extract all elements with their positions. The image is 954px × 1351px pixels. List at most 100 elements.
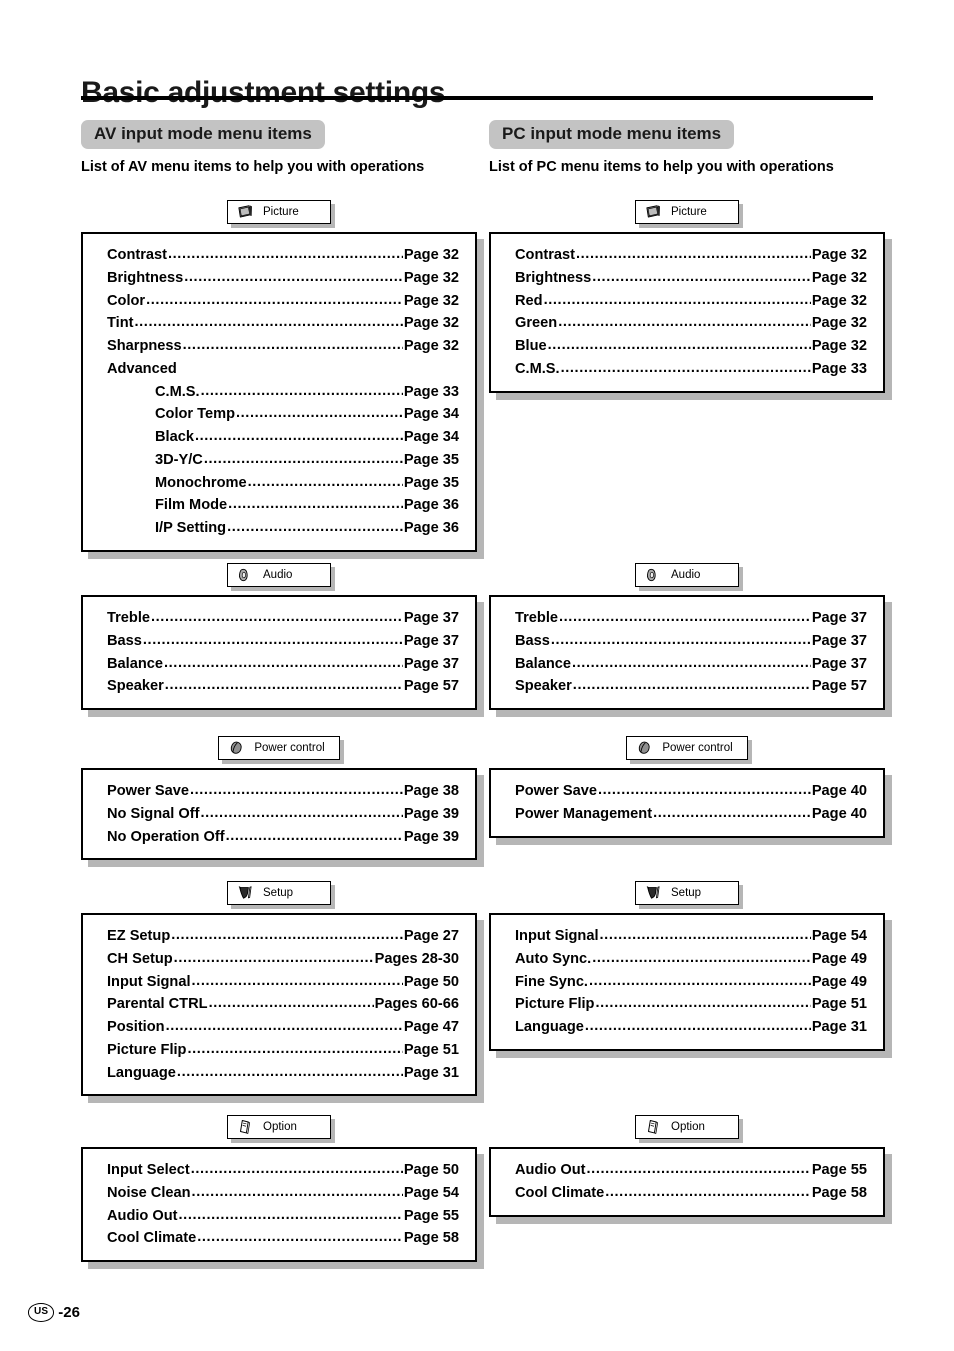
menu-entry-name: Black — [155, 429, 194, 446]
column-av-input: AV input mode menu items List of AV menu … — [81, 120, 477, 1263]
tab-wrapper: Setup — [489, 881, 885, 905]
menu-entry: Power Save..............................… — [515, 780, 867, 803]
menu-entry-page-ref: Page 54 — [811, 928, 867, 944]
menu-tab-label: Power control — [254, 742, 325, 754]
setup-icon — [238, 886, 252, 899]
column-pc-input: PC input mode menu items List of PC menu … — [489, 120, 885, 1217]
menu-entry: Language................................… — [107, 1062, 459, 1085]
menu-entry: No Operation Off........................… — [107, 826, 459, 849]
menu-entry-page-ref: Pages 60-66 — [374, 996, 459, 1013]
menu-entry-page-ref: Page 37 — [811, 632, 867, 649]
menu-section-audio: Audio Treble.............................… — [81, 563, 477, 711]
menu-tab-setup[interactable]: Setup — [227, 881, 331, 905]
picture-icon — [238, 205, 252, 218]
dot-leader: ........................................… — [605, 1183, 811, 1200]
menu-entry-page-ref: Page 40 — [811, 805, 867, 822]
column-subheading-pc: List of PC menu items to help you with o… — [489, 158, 834, 175]
menu-tab-option[interactable]: Option — [227, 1115, 331, 1139]
menu-entry-page-ref: Page 37 — [811, 655, 867, 672]
menu-entry-name: C.M.S. — [515, 360, 560, 377]
menu-entry-page-ref: Pages 28-30 — [374, 950, 459, 967]
menu-entry-page-ref: Page 32 — [403, 315, 459, 332]
menu-entry-page-ref: Page 36 — [403, 520, 459, 537]
picture-icon — [646, 205, 660, 218]
dot-leader: ........................................… — [146, 291, 403, 308]
menu-entry-page-ref: Page 40 — [811, 783, 867, 799]
menu-entry: Red.....................................… — [515, 290, 867, 313]
column-heading-av: AV input mode menu items — [81, 120, 325, 149]
dot-leader: ........................................… — [163, 654, 403, 671]
menu-entry: Film Mode...............................… — [107, 494, 459, 517]
menu-entry: Input Signal............................… — [515, 925, 867, 948]
menu-entry-name: Picture Flip — [107, 1041, 187, 1058]
menu-entry-name: EZ Setup — [107, 928, 171, 944]
menu-entry-name: Auto Sync. — [515, 950, 592, 967]
menu-entry: Cool Climate............................… — [107, 1227, 459, 1250]
menu-entry-name: Fine Sync. — [515, 973, 588, 990]
menu-entry-name: Audio Out — [515, 1162, 586, 1178]
menu-tab-label: Audio — [671, 569, 701, 581]
menu-section-audio: Audio Treble.............................… — [489, 563, 885, 711]
menu-entry-page-ref: Page 32 — [403, 338, 459, 355]
menu-entry: Power Save..............................… — [107, 780, 459, 803]
menu-entry: Language................................… — [515, 1016, 867, 1039]
menu-entry: Speaker.................................… — [515, 675, 867, 698]
menu-item-box: Power Save..............................… — [81, 768, 477, 861]
dot-leader: ........................................… — [584, 1018, 811, 1035]
menu-entry: Picture Flip............................… — [515, 993, 867, 1016]
menu-tab-picture[interactable]: Picture — [227, 200, 331, 224]
dot-leader: ........................................… — [142, 631, 403, 648]
menu-entry-page-ref: Page 33 — [403, 383, 459, 400]
menu-tab-audio[interactable]: Audio — [227, 563, 331, 587]
menu-entry-name: No Operation Off — [107, 828, 225, 845]
menu-entry-name: Contrast — [107, 247, 167, 263]
menu-entry-name: C.M.S. — [155, 383, 200, 400]
menu-entry-name: 3D-Y/C — [155, 451, 203, 468]
menu-tab-picture[interactable]: Picture — [635, 200, 739, 224]
menu-entry-name: Position — [107, 1019, 165, 1036]
dot-leader: ........................................… — [560, 359, 811, 376]
menu-entry-name: Blue — [515, 338, 547, 355]
menu-tab-label: Option — [263, 1121, 297, 1133]
menu-tab-option[interactable]: Option — [635, 1115, 739, 1139]
tab-wrapper: Power control — [81, 736, 477, 760]
menu-item-box: Contrast................................… — [489, 232, 885, 393]
menu-entry-name: Input Signal — [107, 973, 191, 990]
tab-wrapper: Audio — [489, 563, 885, 587]
menu-entry-page-ref: Page 50 — [403, 1162, 459, 1178]
menu-entry-page-ref: Page 38 — [403, 783, 459, 799]
menu-entry-page-ref: Page 35 — [403, 451, 459, 468]
menu-entry-name: Tint — [107, 315, 134, 332]
menu-entry-page-ref: Page 47 — [403, 1019, 459, 1036]
menu-section-option: Option Input Select......................… — [81, 1115, 477, 1263]
menu-entry: Green...................................… — [515, 312, 867, 335]
menu-entry-page-ref: Page 36 — [403, 497, 459, 514]
menu-item-box: EZ Setup................................… — [81, 913, 477, 1097]
menu-tab-power-control[interactable]: Power control — [218, 736, 340, 760]
menu-section-power-control: Power control Power Save.................… — [489, 736, 885, 838]
menu-entry-name: Monochrome — [155, 474, 247, 491]
menu-entry-page-ref: Page 31 — [403, 1064, 459, 1081]
title-divider — [81, 96, 873, 100]
menu-entry-page-ref: Page 54 — [403, 1184, 459, 1201]
menu-entry-page-ref: Page 49 — [811, 950, 867, 967]
menu-tab-audio[interactable]: Audio — [635, 563, 739, 587]
menu-entry: CH Setup................................… — [107, 948, 459, 971]
menu-tab-power-control[interactable]: Power control — [626, 736, 748, 760]
menu-entry: Brightness..............................… — [107, 267, 459, 290]
menu-entry: Parental CTRL...........................… — [107, 993, 459, 1016]
menu-entry-name: Power Save — [515, 783, 597, 799]
dot-leader: ........................................… — [592, 268, 811, 285]
menu-entry: Brightness..............................… — [515, 267, 867, 290]
menu-entry-name: Parental CTRL — [107, 996, 208, 1013]
menu-item-box: Treble..................................… — [81, 595, 477, 711]
dot-leader: ........................................… — [208, 995, 374, 1012]
menu-entry-page-ref: Page 32 — [403, 269, 459, 286]
menu-entry-page-ref: Page 37 — [403, 632, 459, 649]
dot-leader: ........................................… — [592, 949, 811, 966]
menu-entry: Contrast................................… — [107, 244, 459, 267]
menu-entry-name: Power Save — [107, 783, 189, 799]
menu-entry-page-ref: Page 51 — [811, 996, 867, 1013]
menu-entry-page-ref: Page 32 — [811, 247, 867, 263]
menu-tab-setup[interactable]: Setup — [635, 881, 739, 905]
